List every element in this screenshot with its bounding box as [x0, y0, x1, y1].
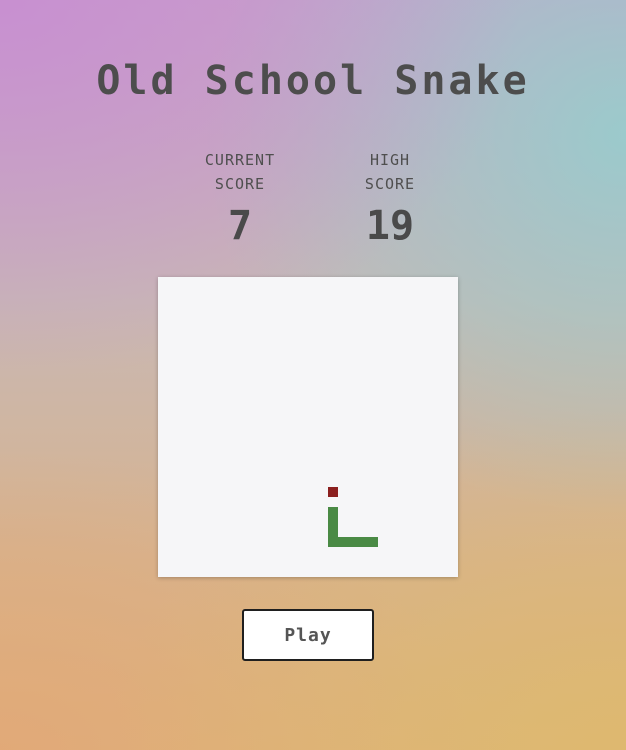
snake-segment — [368, 537, 378, 547]
current-score-label: CURRENT SCORE — [204, 151, 276, 193]
snake-segment — [328, 537, 338, 547]
game-title: Old School Snake — [96, 58, 530, 104]
high-score-value: 19 — [365, 203, 415, 249]
game-board[interactable] — [158, 277, 458, 577]
snake-segment — [358, 537, 368, 547]
high-score: HIGH SCORE 19 — [325, 148, 455, 246]
snake-segment — [348, 537, 358, 547]
high-score-label: HIGH SCORE — [364, 151, 416, 193]
snake-segment — [328, 527, 338, 537]
snake-segment — [338, 537, 348, 547]
snake-segment — [328, 517, 338, 527]
play-button[interactable]: Play — [242, 609, 374, 661]
current-score-value: 7 — [227, 203, 253, 249]
food-pellet — [328, 487, 338, 497]
current-score: CURRENT SCORE 7 — [175, 148, 305, 246]
snake-head — [328, 507, 338, 517]
